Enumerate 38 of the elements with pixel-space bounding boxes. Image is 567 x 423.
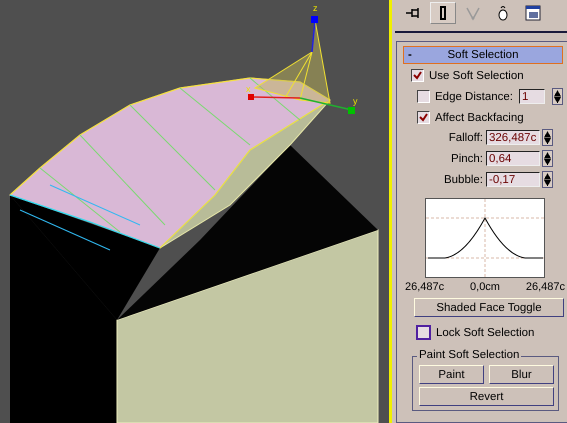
checkbox[interactable] — [417, 111, 430, 124]
axis-label: y — [353, 96, 358, 106]
viewport[interactable]: z x y — [0, 0, 389, 423]
checkbox-label: Affect Backfacing — [435, 112, 524, 124]
motion-icon — [465, 5, 481, 21]
paint-group-button[interactable]: Blur — [489, 365, 554, 384]
checkbox[interactable] — [417, 90, 430, 103]
spinner-field[interactable]: 0,64 — [486, 151, 540, 166]
axis-label: z — [313, 3, 318, 13]
rollout-header[interactable]: - Soft Selection — [403, 46, 563, 64]
paint-group-button[interactable]: Paint — [419, 365, 484, 384]
collapse-sign: - — [408, 49, 413, 61]
spinner-label: Falloff: — [448, 132, 483, 144]
checkbox-label: Use Soft Selection — [429, 70, 524, 82]
spinner-arrows-icon[interactable] — [552, 88, 563, 105]
pin-icon — [405, 5, 421, 21]
checkbox-label: Edge Distance: — [435, 90, 513, 102]
spinner-arrows-icon[interactable] — [542, 150, 553, 167]
graph-axis-label: 0,0cm — [470, 281, 500, 293]
command-panel-tab[interactable] — [430, 2, 456, 24]
checkbox[interactable] — [416, 325, 431, 340]
spinner-label: Pinch: — [451, 152, 483, 164]
graph-axis-label: 26,487c — [405, 281, 444, 293]
group-title: Paint Soft Selection — [417, 349, 522, 361]
spinner-arrows-icon[interactable] — [542, 129, 553, 146]
spinner-label: Bubble: — [444, 174, 483, 186]
revert-button[interactable]: Revert — [419, 387, 554, 406]
spinner-field[interactable]: -0,17 — [486, 172, 540, 187]
spinner-field[interactable]: 326,487c — [486, 130, 540, 145]
shaded-face-toggle-button[interactable]: Shaded Face Toggle — [414, 298, 564, 317]
checkbox[interactable] — [411, 69, 424, 82]
spinner-arrows-icon[interactable] — [542, 171, 553, 188]
checkbox-label: Lock Soft Selection — [436, 326, 534, 338]
spinner-field[interactable]: 1 — [519, 89, 545, 104]
rollout-title: Soft Selection — [446, 49, 520, 61]
graph-axis-label: 26,487c — [526, 281, 565, 293]
utilities-icon — [525, 5, 541, 21]
axis-label: x — [246, 84, 250, 94]
